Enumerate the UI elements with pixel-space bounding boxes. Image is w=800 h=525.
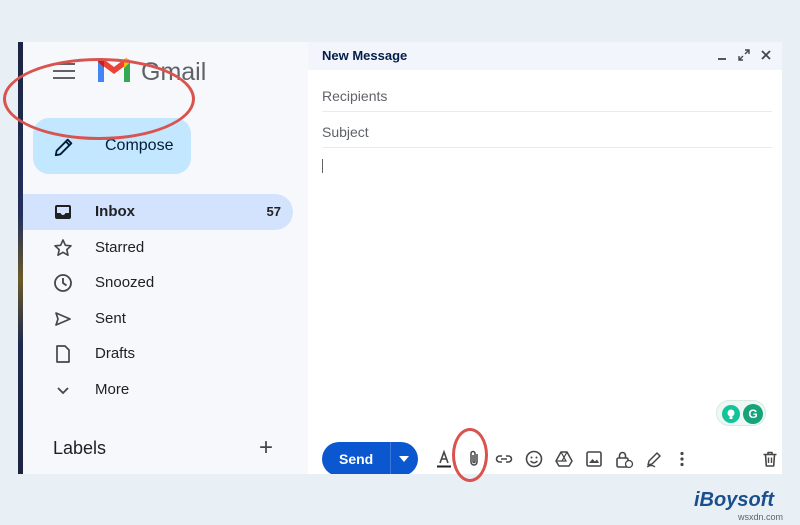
insert-link-icon[interactable]: [494, 449, 514, 469]
subject-field[interactable]: Subject: [322, 114, 772, 148]
confidential-mode-icon[interactable]: [614, 449, 634, 469]
compose-title: New Message: [322, 48, 408, 63]
star-icon: [54, 238, 72, 256]
emoji-icon[interactable]: [524, 449, 544, 469]
sidebar-item-starred[interactable]: Starred: [23, 230, 293, 266]
pencil-icon: [54, 138, 73, 157]
sidebar-item-more[interactable]: More: [23, 372, 293, 408]
subject-placeholder: Subject: [322, 124, 369, 140]
compose-highlight-oval: [3, 58, 195, 140]
grammarly-widget[interactable]: G: [716, 400, 766, 426]
compose-label: Compose: [105, 137, 174, 154]
more-options-icon[interactable]: [672, 449, 692, 469]
text-cursor: [322, 159, 323, 173]
attach-highlight-oval: [452, 428, 488, 482]
sidebar-item-sent[interactable]: Sent: [23, 301, 293, 337]
sidebar-item-label: Starred: [95, 238, 145, 256]
clock-icon: [54, 274, 72, 292]
minimize-icon[interactable]: [714, 46, 730, 64]
trash-icon[interactable]: [760, 449, 780, 469]
site-watermark: wsxdn.com: [738, 512, 784, 522]
recipients-placeholder: Recipients: [322, 88, 388, 104]
labels-heading: Labels: [53, 438, 107, 458]
insert-photo-icon[interactable]: [584, 449, 604, 469]
recipients-field[interactable]: Recipients: [322, 78, 772, 112]
close-icon[interactable]: [758, 46, 774, 64]
expand-icon[interactable]: [736, 46, 752, 64]
nav-list: Inbox 57 Starred Snoozed Sent Drafts Mor…: [23, 194, 293, 407]
sidebar-item-label: More: [95, 380, 130, 398]
unread-count: 57: [266, 204, 281, 219]
send-label: Send: [339, 451, 374, 467]
iboysoft-watermark: iBoysoft: [694, 489, 774, 511]
sidebar-item-snoozed[interactable]: Snoozed: [23, 265, 293, 301]
sidebar-item-label: Sent: [95, 309, 126, 327]
lightbulb-icon: [722, 405, 740, 423]
sidebar-item-label: Drafts: [95, 345, 136, 362]
sidebar-item-drafts[interactable]: Drafts: [23, 336, 293, 372]
grammarly-icon: G: [743, 404, 763, 424]
compose-toolbar: Send: [322, 442, 778, 474]
inbox-icon: [55, 205, 71, 219]
sidebar-item-label: Snoozed: [95, 274, 155, 291]
send-icon: [55, 311, 71, 326]
schedule-send-dropdown-icon[interactable]: [399, 456, 409, 462]
sidebar-item-label: Inbox: [95, 203, 135, 220]
formatting-options-icon[interactable]: [434, 449, 454, 469]
compose-window: New Message Recipients Subject G Send: [308, 42, 782, 474]
signature-icon[interactable]: [644, 449, 664, 469]
google-drive-icon[interactable]: [554, 449, 574, 469]
add-label-button[interactable]: +: [259, 436, 273, 460]
compose-header: New Message: [308, 42, 782, 70]
send-button[interactable]: Send: [322, 442, 418, 474]
chevron-down-icon: [57, 386, 69, 394]
draft-icon: [56, 345, 70, 363]
sidebar-item-inbox[interactable]: Inbox 57: [23, 194, 293, 230]
